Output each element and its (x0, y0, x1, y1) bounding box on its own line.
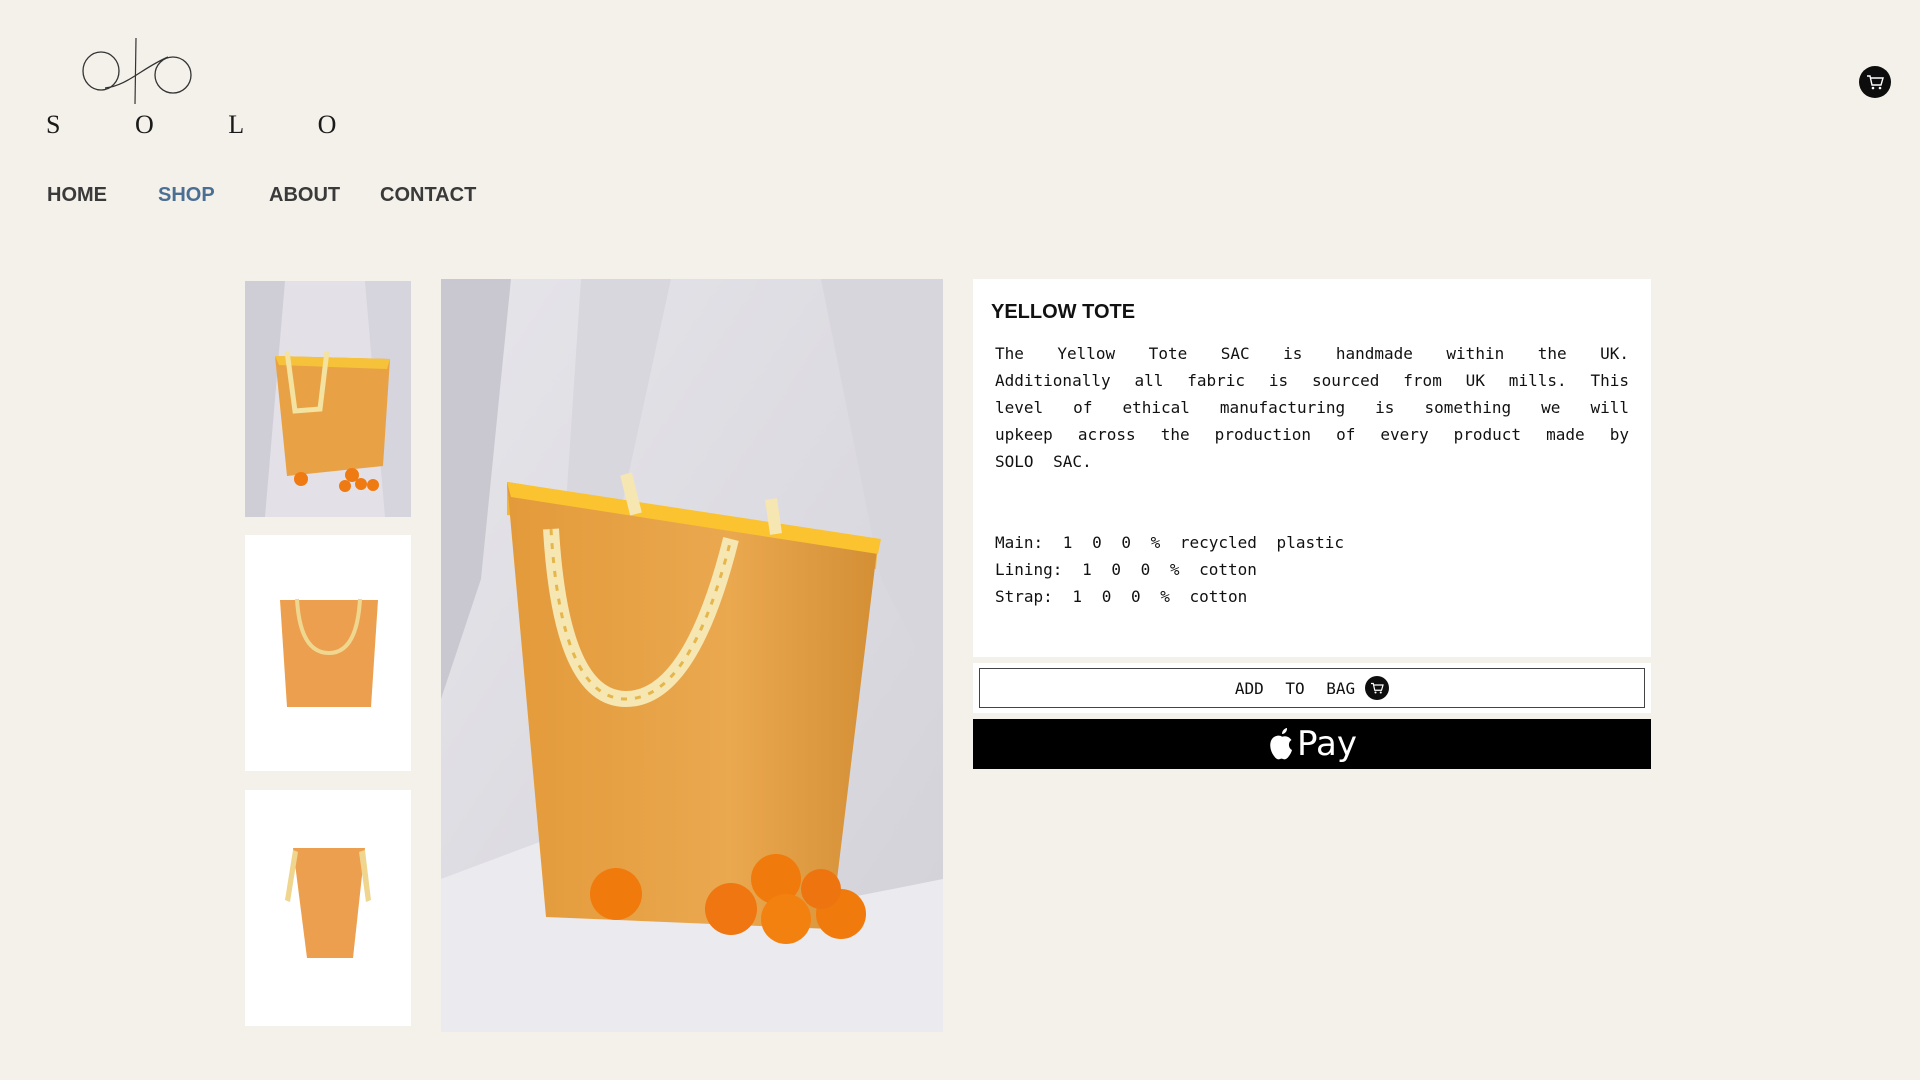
thumbnail-2[interactable] (245, 535, 411, 771)
product-materials: Main: 1 0 0 % recycled plastic Lining: 1… (991, 529, 1633, 610)
material-strap: Strap: 1 0 0 % cotton (995, 587, 1248, 606)
logo-text: S O L O (46, 110, 371, 139)
logo-mark (82, 37, 192, 105)
thumbnail-1[interactable] (245, 281, 411, 517)
apple-pay-button[interactable]: Pay (973, 719, 1651, 769)
add-to-bag-label: ADD TO BAG (1234, 678, 1356, 698)
nav-shop[interactable]: SHOP (158, 184, 215, 207)
material-main: Main: 1 0 0 % recycled plastic (995, 533, 1344, 552)
material-lining: Lining: 1 0 0 % cotton (995, 560, 1257, 579)
nav-contact[interactable]: CONTACT (380, 184, 476, 207)
cart-icon (1867, 75, 1884, 90)
apple-icon (1270, 728, 1293, 760)
thumbnail-image-lifestyle (245, 281, 411, 517)
product-description: The Yellow Tote SAC is handmade within t… (995, 344, 1629, 471)
cart-button[interactable] (1859, 66, 1891, 98)
product-title: YELLOW TOTE (991, 301, 1136, 323)
add-to-bag-container: ADD TO BAG (973, 663, 1651, 713)
thumbnail-3[interactable] (245, 790, 411, 1026)
product-photo (441, 279, 943, 1032)
cart-icon (1365, 676, 1390, 700)
apple-pay-label: Pay (1297, 724, 1357, 764)
brand-logo[interactable]: S O L O (46, 36, 336, 146)
nav-about[interactable]: ABOUT (269, 184, 340, 207)
nav-home[interactable]: HOME (47, 184, 107, 207)
product-main-image (441, 279, 943, 1032)
add-to-bag-button[interactable]: ADD TO BAG (979, 668, 1645, 708)
product-info-panel: YELLOW TOTE The Yellow Tote SAC is handm… (973, 279, 1651, 657)
thumbnail-image-front (245, 535, 411, 771)
thumbnail-image-side (245, 790, 411, 1026)
